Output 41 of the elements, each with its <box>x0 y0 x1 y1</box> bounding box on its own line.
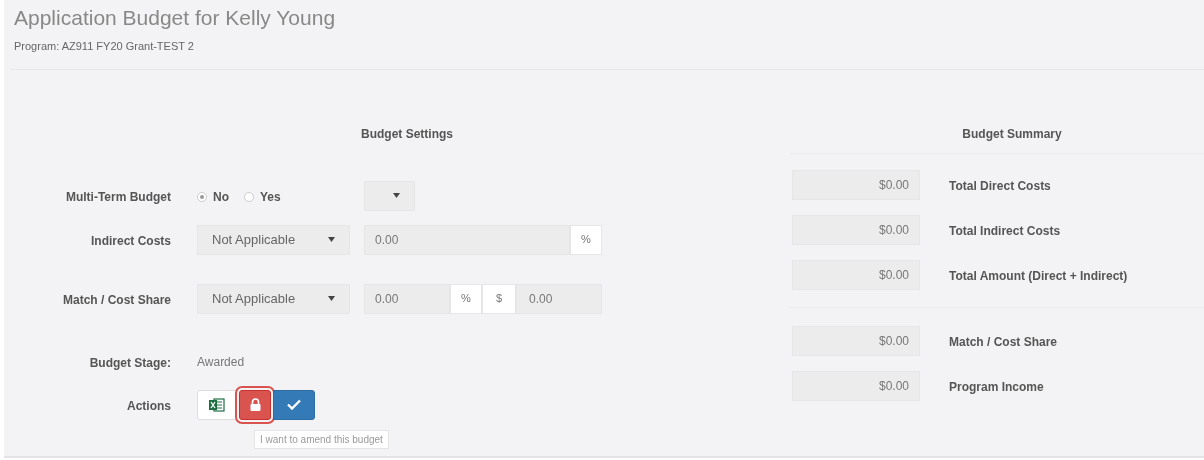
radio-label: Yes <box>260 188 281 206</box>
budget-stage: Awarded <box>197 353 245 371</box>
section-heading: Budget Settings <box>361 125 453 143</box>
summary-amount-field: $0.00 <box>792 214 920 245</box>
radio-button[interactable] <box>197 191 207 202</box>
lock-icon <box>249 398 261 411</box>
summary-label: Total Direct Costs <box>949 177 1051 195</box>
caret-icon <box>393 193 400 198</box>
program-name: Program: AZ911 FY20 Grant-TEST 2 <box>14 39 195 54</box>
summary-amount-field: $0.00 <box>792 325 920 356</box>
input-addon: $ <box>482 283 516 314</box>
tooltip: I want to amend this budget <box>254 429 389 449</box>
approve-button[interactable] <box>273 389 315 420</box>
summary-amount-field: $0.00 <box>792 169 920 200</box>
field-label: Match / Cost Share <box>62 292 171 307</box>
export-excel-button[interactable] <box>197 389 237 420</box>
rate-field[interactable]: 0.00 <box>364 224 570 255</box>
summary-amount-field: $0.00 <box>792 370 920 401</box>
page-title: Application Budget for Kelly Young <box>14 5 337 31</box>
spreadsheet-icon <box>209 397 225 412</box>
input-addon: % <box>450 283 482 314</box>
radio-button[interactable] <box>244 191 254 202</box>
check-icon <box>287 399 301 410</box>
select-dropdown[interactable]: Not Applicable <box>197 283 350 314</box>
field-label: Multi-Term Budget <box>65 189 171 204</box>
summary-amount-field: $0.00 <box>792 259 920 290</box>
amount-field[interactable]: 0.00 <box>516 283 602 314</box>
select-dropdown[interactable]: Not Applicable <box>197 224 350 255</box>
field-label: Indirect Costs <box>91 233 171 248</box>
field-label: Actions <box>127 398 171 413</box>
input-addon: % <box>570 224 602 255</box>
field-label: Budget Stage: <box>89 355 171 370</box>
summary-label: Total Amount (Direct + Indirect) <box>949 267 1128 285</box>
rate-field[interactable]: 0.00 <box>364 283 450 314</box>
section-heading: Budget Summary <box>962 125 1062 143</box>
summary-label: Total Indirect Costs <box>949 222 1061 240</box>
summary-label: Match / Cost Share <box>949 333 1058 351</box>
summary-label: Program Income <box>949 378 1044 396</box>
caret-icon <box>328 296 335 301</box>
caret-icon <box>328 237 335 242</box>
radio-label: No <box>213 188 229 206</box>
